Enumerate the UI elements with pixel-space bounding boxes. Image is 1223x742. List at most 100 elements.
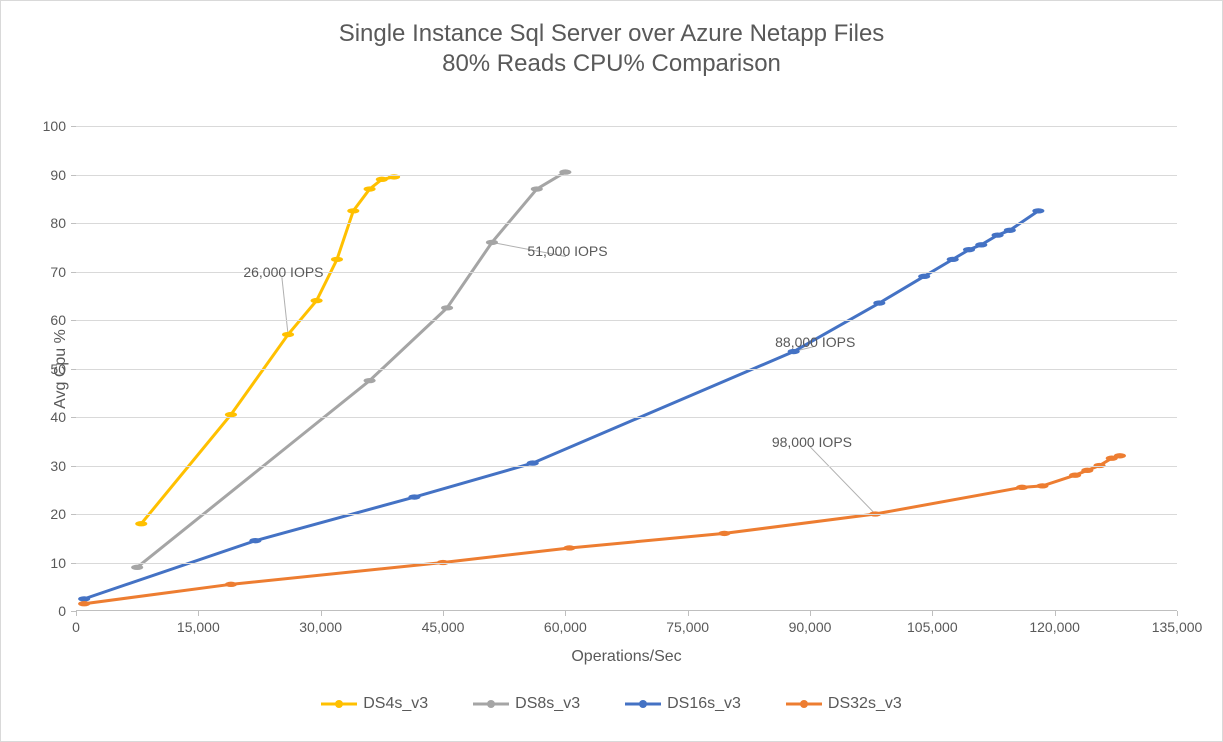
annotation-label: 98,000 IOPS: [772, 434, 852, 450]
data-point: [992, 232, 1004, 237]
x-tick-label: 90,000: [789, 619, 832, 635]
gridline: [76, 563, 1177, 564]
y-tick-label: 60: [50, 312, 66, 328]
y-tick-mark: [71, 223, 76, 224]
x-axis-label: Operations/Sec: [571, 648, 681, 666]
legend-swatch: [473, 697, 509, 711]
x-tick-mark: [565, 611, 566, 616]
series-line-DS32s_v3: [84, 456, 1120, 604]
data-point: [718, 531, 730, 536]
y-tick-label: 80: [50, 215, 66, 231]
data-point: [282, 332, 294, 337]
y-tick-mark: [71, 417, 76, 418]
data-point: [131, 565, 143, 570]
data-point: [364, 186, 376, 191]
data-point: [135, 521, 147, 526]
x-tick-mark: [198, 611, 199, 616]
data-point: [225, 582, 237, 587]
y-tick-mark: [71, 563, 76, 564]
legend-label: DS16s_v3: [667, 695, 741, 713]
annotation-label: 51,000 IOPS: [527, 243, 607, 259]
data-point: [1069, 473, 1081, 478]
data-point: [1004, 228, 1016, 233]
x-tick-mark: [76, 611, 77, 616]
legend-swatch: [625, 697, 661, 711]
gridline: [76, 417, 1177, 418]
chart-title-line2: 80% Reads CPU% Comparison: [442, 50, 781, 77]
x-tick-mark: [810, 611, 811, 616]
gridline: [76, 272, 1177, 273]
x-tick-label: 0: [72, 619, 80, 635]
x-tick-label: 135,000: [1152, 619, 1203, 635]
y-tick-label: 10: [50, 555, 66, 571]
gridline: [76, 320, 1177, 321]
data-point: [873, 300, 885, 305]
chart-frame: Single Instance Sql Server over Azure Ne…: [0, 0, 1223, 742]
legend-swatch: [786, 697, 822, 711]
data-point: [331, 257, 343, 262]
x-tick-mark: [1055, 611, 1056, 616]
annotation-label: 26,000 IOPS: [243, 264, 323, 280]
data-point: [408, 494, 420, 499]
data-point: [563, 545, 575, 550]
x-tick-label: 60,000: [544, 619, 587, 635]
legend-item-DS16s_v3: DS16s_v3: [625, 695, 741, 713]
gridline: [76, 369, 1177, 370]
series-line-DS4s_v3: [141, 177, 394, 524]
x-tick-mark: [443, 611, 444, 616]
legend: DS4s_v3 DS8s_v3 DS16s_v3 DS32s_v3: [1, 695, 1222, 713]
data-point: [918, 274, 930, 279]
gridline: [76, 223, 1177, 224]
y-tick-label: 90: [50, 167, 66, 183]
data-point: [376, 177, 388, 182]
data-point: [441, 305, 453, 310]
legend-label: DS8s_v3: [515, 695, 580, 713]
y-tick-label: 30: [50, 458, 66, 474]
series-line-DS16s_v3: [84, 211, 1038, 599]
plot-area: Avg Cpu % Operations/Sec 010203040506070…: [76, 126, 1177, 611]
legend-item-DS8s_v3: DS8s_v3: [473, 695, 580, 713]
x-tick-label: 75,000: [666, 619, 709, 635]
gridline: [76, 175, 1177, 176]
legend-label: DS4s_v3: [363, 695, 428, 713]
series-line-DS8s_v3: [137, 172, 565, 567]
y-tick-mark: [71, 320, 76, 321]
y-tick-label: 100: [43, 118, 66, 134]
y-tick-mark: [71, 514, 76, 515]
gridline: [76, 466, 1177, 467]
legend-item-DS4s_v3: DS4s_v3: [321, 695, 428, 713]
data-point: [1081, 468, 1093, 473]
legend-label: DS32s_v3: [828, 695, 902, 713]
data-point: [975, 242, 987, 247]
data-point: [1036, 483, 1048, 488]
data-point: [249, 538, 261, 543]
data-point: [1114, 453, 1126, 458]
x-tick-mark: [688, 611, 689, 616]
data-point: [963, 247, 975, 252]
x-tick-label: 45,000: [422, 619, 465, 635]
y-tick-mark: [71, 272, 76, 273]
gridline: [76, 514, 1177, 515]
x-tick-mark: [1177, 611, 1178, 616]
y-tick-label: 20: [50, 506, 66, 522]
data-point: [1032, 208, 1044, 213]
x-tick-label: 15,000: [177, 619, 220, 635]
legend-swatch: [321, 697, 357, 711]
x-tick-label: 30,000: [299, 619, 342, 635]
annotation-label: 88,000 IOPS: [775, 334, 855, 350]
y-tick-label: 50: [50, 361, 66, 377]
y-tick-mark: [71, 175, 76, 176]
data-point: [311, 298, 323, 303]
y-tick-label: 40: [50, 409, 66, 425]
data-point: [364, 378, 376, 383]
data-point: [486, 240, 498, 245]
data-point: [78, 601, 90, 606]
gridline: [76, 126, 1177, 127]
x-tick-mark: [932, 611, 933, 616]
chart-title-line1: Single Instance Sql Server over Azure Ne…: [339, 20, 885, 47]
y-tick-label: 70: [50, 264, 66, 280]
legend-item-DS32s_v3: DS32s_v3: [786, 695, 902, 713]
y-tick-mark: [71, 369, 76, 370]
data-point: [788, 349, 800, 354]
data-point: [1016, 485, 1028, 490]
